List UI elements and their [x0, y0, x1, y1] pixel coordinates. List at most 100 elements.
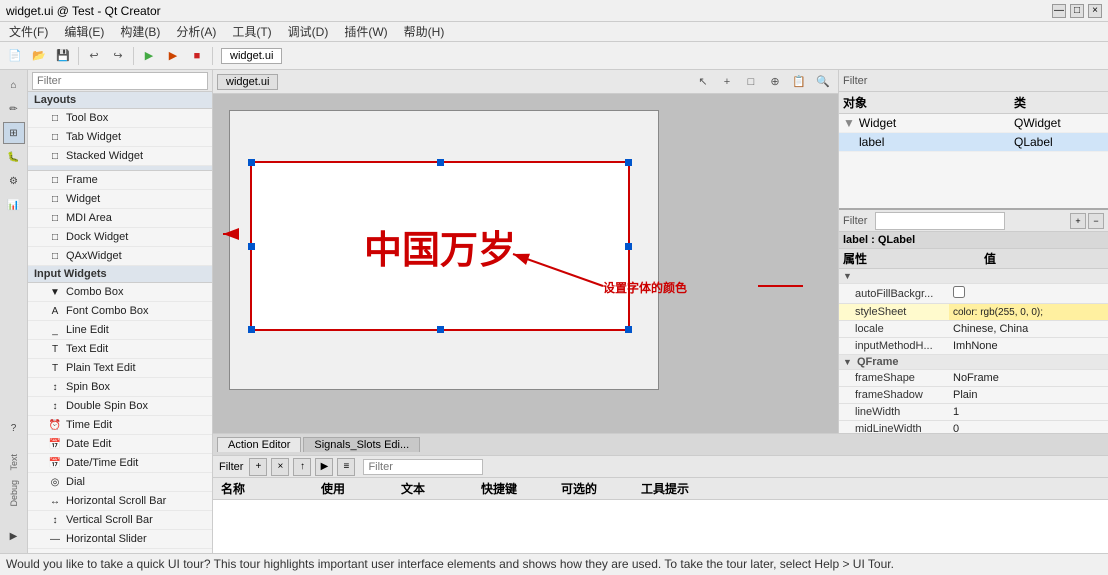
tab-signals-slots[interactable]: Signals_Slots Edi... — [303, 437, 420, 452]
action-delete-btn[interactable]: × — [271, 458, 289, 476]
close-button[interactable]: × — [1088, 4, 1102, 18]
maximize-button[interactable]: □ — [1070, 4, 1084, 18]
bottom-tabs: Action Editor Signals_Slots Edi... — [213, 434, 1108, 456]
main-widget-form[interactable]: 中国万岁 — [229, 110, 659, 390]
label-widget-frame[interactable]: 中国万岁 — [250, 161, 630, 331]
stop-btn[interactable]: ■ — [186, 45, 208, 67]
widget-item-widget[interactable]: □Widget — [28, 190, 212, 209]
side-help-icon[interactable]: ? — [3, 418, 25, 440]
save-btn[interactable]: 💾 — [52, 45, 74, 67]
prop-row-linewidth[interactable]: lineWidth 1 — [839, 404, 1108, 421]
combobox-icon: ▼ — [48, 285, 62, 299]
menu-edit[interactable]: 编辑(E) — [59, 22, 109, 41]
prop-row-autofill[interactable]: autoFillBackgr... — [839, 284, 1108, 304]
prop-row-stylesheet[interactable]: styleSheet color: rgb(255, 0, 0); — [839, 304, 1108, 321]
canvas-tool-1[interactable]: ↖ — [692, 71, 714, 93]
side-design-icon[interactable]: ⊞ — [3, 122, 25, 144]
menu-file[interactable]: 文件(F) — [4, 22, 53, 41]
widget-item-lineedit[interactable]: _Line Edit — [28, 321, 212, 340]
props-remove-btn[interactable]: − — [1088, 213, 1104, 229]
widget-item-vslider[interactable]: |Vertical Slider — [28, 549, 212, 553]
widget-item-dateedit[interactable]: 📅Date Edit — [28, 435, 212, 454]
titlebar-title: widget.ui @ Test - Qt Creator — [6, 4, 161, 18]
widget-item-qaxwidget[interactable]: □QAxWidget — [28, 247, 212, 266]
menu-help[interactable]: 帮助(H) — [399, 22, 450, 41]
props-add-btn[interactable]: + — [1070, 213, 1086, 229]
properties-filter-bar: Filter + − — [839, 210, 1108, 232]
prop-checkbox-autofill[interactable] — [953, 286, 965, 298]
open-file-btn[interactable]: 📂 — [28, 45, 50, 67]
widget-item-datetimeedit[interactable]: 📅Date/Time Edit — [28, 454, 212, 473]
side-edit-icon[interactable]: ✏ — [3, 98, 25, 120]
widget-item-dockwidget[interactable]: □Dock Widget — [28, 228, 212, 247]
side-debug-icon[interactable]: 🐛 — [3, 146, 25, 168]
redo-btn[interactable]: ↪ — [107, 45, 129, 67]
canvas-tool-6[interactable]: 🔍 — [812, 71, 834, 93]
side-analyze-icon[interactable]: 📊 — [3, 194, 25, 216]
undo-btn[interactable]: ↩ — [83, 45, 105, 67]
properties-header-label: label : QLabel — [839, 232, 1108, 249]
handle-br[interactable] — [625, 326, 632, 333]
widget-item-spinbox[interactable]: ↕Spin Box — [28, 378, 212, 397]
handle-tm[interactable] — [437, 159, 444, 166]
widget-item-vscrollbar[interactable]: ↕Vertical Scroll Bar — [28, 511, 212, 530]
widget-item-plaintextedit[interactable]: TPlain Text Edit — [28, 359, 212, 378]
dateedit-icon: 📅 — [48, 437, 62, 451]
widget-item-doublespinbox[interactable]: ↕Double Spin Box — [28, 397, 212, 416]
widget-item-mdiarea[interactable]: □MDI Area — [28, 209, 212, 228]
new-file-btn[interactable]: 📄 — [4, 45, 26, 67]
handle-tl[interactable] — [248, 159, 255, 166]
widget-item-hscrollbar[interactable]: ↔Horizontal Scroll Bar — [28, 492, 212, 511]
minimize-button[interactable]: — — [1052, 4, 1066, 18]
mdiarea-icon: □ — [48, 211, 62, 225]
widget-item-timeedit[interactable]: ⏰Time Edit — [28, 416, 212, 435]
section-qobject: ▼ — [839, 269, 1108, 284]
tab-action-editor[interactable]: Action Editor — [217, 437, 301, 452]
prop-row-inputmethod[interactable]: inputMethodH... ImhNone — [839, 338, 1108, 355]
properties-filter-input[interactable] — [875, 212, 1005, 230]
object-row-label[interactable]: label QLabel — [839, 133, 1108, 152]
widget-item-textedit[interactable]: TText Edit — [28, 340, 212, 359]
menu-debug[interactable]: 调试(D) — [283, 22, 334, 41]
widget-item-toolbox[interactable]: □Tool Box — [28, 109, 212, 128]
canvas-tool-2[interactable]: + — [716, 71, 738, 93]
bottom-filter-input[interactable] — [363, 459, 483, 475]
object-name-label: label — [859, 135, 1014, 149]
widget-filter-input[interactable] — [32, 72, 208, 90]
handle-tr[interactable] — [625, 159, 632, 166]
canvas-tool-3[interactable]: □ — [740, 71, 762, 93]
side-play-icon[interactable]: ▶ — [3, 525, 25, 547]
canvas-tool-4[interactable]: ⊕ — [764, 71, 786, 93]
widget-item-fontcombobox[interactable]: AFont Combo Box — [28, 302, 212, 321]
menu-build[interactable]: 构建(B) — [115, 22, 165, 41]
handle-ml[interactable] — [248, 243, 255, 250]
run-btn[interactable]: ▶ — [138, 45, 160, 67]
handle-bm[interactable] — [437, 326, 444, 333]
menu-plugins[interactable]: 插件(W) — [339, 22, 392, 41]
widget-item-combobox[interactable]: ▼Combo Box — [28, 283, 212, 302]
widget-item-stackedwidget[interactable]: □Stacked Widget — [28, 147, 212, 166]
menu-tools[interactable]: 工具(T) — [227, 22, 276, 41]
prop-row-locale[interactable]: locale Chinese, China — [839, 321, 1108, 338]
prop-row-frameshadow[interactable]: frameShadow Plain — [839, 387, 1108, 404]
handle-mr[interactable] — [625, 243, 632, 250]
action-up-btn[interactable]: ↑ — [293, 458, 311, 476]
action-preview-btn[interactable]: ▶ — [315, 458, 333, 476]
action-new-btn[interactable]: + — [249, 458, 267, 476]
side-project-icon[interactable]: ⚙ — [3, 170, 25, 192]
widget-item-tabwidget[interactable]: □Tab Widget — [28, 128, 212, 147]
canvas-tool-5[interactable]: 📋 — [788, 71, 810, 93]
prop-row-frameshape[interactable]: frameShape NoFrame — [839, 370, 1108, 387]
debug-btn[interactable]: ▶ — [162, 45, 184, 67]
object-row-widget[interactable]: ▼ Widget QWidget — [839, 114, 1108, 133]
widget-item-frame[interactable]: □Frame — [28, 171, 212, 190]
handle-bl[interactable] — [248, 326, 255, 333]
widget-item-dial[interactable]: ◎Dial — [28, 473, 212, 492]
file-tab[interactable]: widget.ui — [221, 48, 282, 64]
action-sort-btn[interactable]: ≡ — [337, 458, 355, 476]
widget-item-hslider[interactable]: —Horizontal Slider — [28, 530, 212, 549]
side-welcome-icon[interactable]: ⌂ — [3, 74, 25, 96]
menu-analyze[interactable]: 分析(A) — [171, 22, 221, 41]
canvas-file-tab[interactable]: widget.ui — [217, 74, 278, 90]
prop-row-midlinewidth[interactable]: midLineWidth 0 — [839, 421, 1108, 434]
